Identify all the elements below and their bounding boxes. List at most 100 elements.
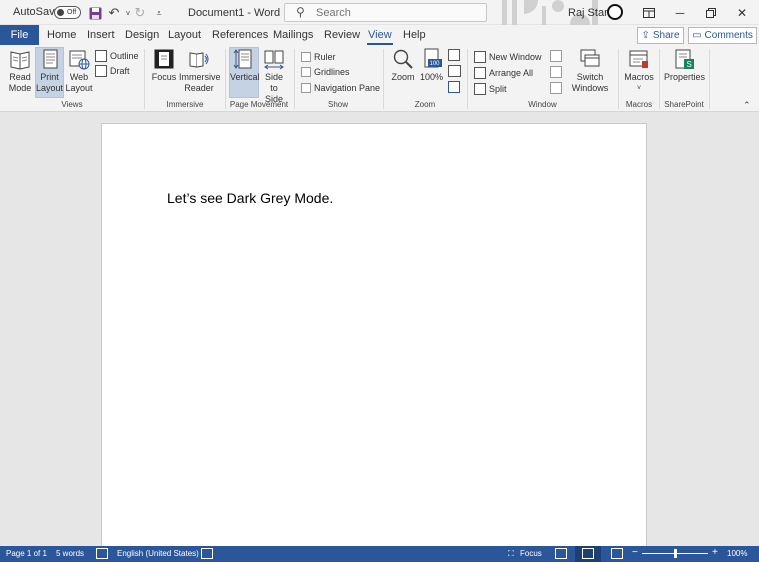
- tab-file[interactable]: File: [0, 25, 39, 45]
- vertical-button[interactable]: Vertical: [229, 47, 260, 98]
- web-layout-button[interactable]: Web Layout: [65, 48, 93, 97]
- print-layout-button[interactable]: Print Layout: [35, 47, 64, 98]
- tab-references[interactable]: References: [212, 29, 268, 41]
- document-body-text[interactable]: Let’s see Dark Grey Mode.: [167, 190, 333, 206]
- outline-button[interactable]: Outline: [95, 49, 139, 63]
- web-layout-view-icon[interactable]: [611, 548, 623, 559]
- split-icon: [474, 83, 486, 95]
- language[interactable]: English (United States): [117, 549, 199, 558]
- switch-windows-button[interactable]: Switch Windows: [568, 48, 612, 97]
- macros-button[interactable]: Macros ˅: [622, 48, 656, 97]
- new-window-button[interactable]: New Window: [474, 50, 542, 64]
- page-width-icon[interactable]: [448, 81, 460, 93]
- print-layout-view-button[interactable]: [575, 546, 601, 562]
- gridlines-checkbox[interactable]: Gridlines: [301, 65, 350, 79]
- zoom-level[interactable]: 100%: [727, 549, 747, 558]
- focus-mode-icon[interactable]: ⛶: [508, 549, 514, 559]
- tab-insert[interactable]: Insert: [87, 29, 115, 41]
- save-icon[interactable]: [87, 5, 103, 21]
- read-mode-view-icon[interactable]: [555, 548, 567, 559]
- word-count[interactable]: 5 words: [56, 549, 84, 558]
- web-layout-label-1: Web: [69, 72, 89, 82]
- search-box[interactable]: ⚲: [284, 3, 487, 22]
- macros-label: Macros: [624, 72, 654, 82]
- autosave-toggle[interactable]: Off: [54, 6, 81, 19]
- side-to-side-button[interactable]: Side to Side: [260, 48, 288, 104]
- page-count[interactable]: Page 1 of 1: [6, 549, 47, 558]
- tab-home[interactable]: Home: [47, 29, 76, 41]
- tab-design[interactable]: Design: [125, 29, 159, 41]
- status-bar: Page 1 of 1 5 words English (United Stat…: [0, 546, 759, 562]
- view-side-by-side-icon[interactable]: [550, 50, 562, 62]
- arrange-all-label: Arrange All: [489, 68, 534, 78]
- zoom-100-button[interactable]: 100 100%: [419, 48, 444, 97]
- reset-window-position-icon[interactable]: [550, 82, 562, 94]
- sharepoint-group-label: SharePoint: [664, 100, 704, 109]
- navigation-pane-check-icon[interactable]: [301, 83, 311, 93]
- properties-button[interactable]: S Properties: [664, 48, 705, 97]
- group-separator: [144, 49, 145, 109]
- side-to-side-icon: [263, 48, 285, 70]
- comments-button[interactable]: ▭ Comments: [688, 27, 757, 44]
- print-layout-label-2: Layout: [36, 83, 64, 93]
- accessibility-icon[interactable]: [201, 548, 213, 559]
- tab-layout[interactable]: Layout: [168, 29, 201, 41]
- read-mode-button[interactable]: Read Mode: [6, 48, 34, 97]
- switch-windows-icon: [579, 48, 601, 70]
- synchronous-scrolling-icon[interactable]: [550, 66, 562, 78]
- navigation-pane-checkbox[interactable]: Navigation Pane: [301, 81, 380, 95]
- tab-review[interactable]: Review: [324, 29, 360, 41]
- web-layout-label-2: Layout: [65, 83, 93, 93]
- arrange-all-button[interactable]: Arrange All: [474, 66, 533, 80]
- ruler-check-icon[interactable]: [301, 52, 311, 62]
- read-mode-icon: [9, 48, 31, 70]
- immersive-reader-icon: [188, 48, 210, 70]
- focus-icon: [153, 48, 175, 70]
- split-label: Split: [489, 84, 507, 94]
- zoom-in-icon[interactable]: +: [712, 547, 718, 558]
- tab-help[interactable]: Help: [403, 29, 426, 41]
- zoom-100-label: 100%: [419, 72, 444, 82]
- tab-view[interactable]: View: [367, 29, 393, 45]
- macros-dropdown-icon[interactable]: ˅: [622, 83, 656, 94]
- close-icon[interactable]: ✕: [733, 4, 751, 21]
- outline-label: Outline: [110, 51, 139, 61]
- redo-icon[interactable]: ↻: [132, 5, 148, 21]
- multiple-pages-icon[interactable]: [448, 65, 461, 77]
- properties-icon: S: [673, 48, 695, 70]
- draft-button[interactable]: Draft: [95, 64, 130, 78]
- immersive-reader-button[interactable]: Immersive Reader: [179, 48, 221, 97]
- proofing-icon[interactable]: [96, 548, 108, 559]
- views-group-label: Views: [61, 100, 83, 109]
- group-separator: [383, 49, 384, 109]
- ruler-checkbox[interactable]: Ruler: [301, 50, 336, 64]
- read-mode-label-1: Read: [9, 72, 31, 82]
- vertical-icon: [233, 48, 255, 70]
- focus-mode-label[interactable]: Focus: [520, 549, 542, 558]
- document-title: Document1 - Word: [188, 7, 281, 19]
- new-window-icon: [474, 51, 486, 63]
- tab-mailings[interactable]: Mailings: [273, 29, 313, 41]
- switch-windows-label-1: Switch: [576, 72, 604, 82]
- minimize-icon[interactable]: ─: [671, 4, 689, 21]
- comments-label: Comments: [704, 30, 753, 41]
- share-button[interactable]: ⇪ Share: [637, 27, 684, 44]
- document-page[interactable]: Let’s see Dark Grey Mode.: [101, 123, 647, 546]
- avatar[interactable]: [607, 4, 623, 20]
- search-input[interactable]: [316, 6, 476, 20]
- zoom-100-icon: 100: [421, 48, 443, 70]
- focus-button[interactable]: Focus: [150, 48, 178, 97]
- gridlines-check-icon[interactable]: [301, 67, 311, 77]
- ribbon-display-options-icon[interactable]: [640, 4, 658, 21]
- zoom-out-icon[interactable]: −: [632, 547, 638, 558]
- customize-qat-icon[interactable]: ⩡: [151, 5, 167, 21]
- collapse-ribbon-icon[interactable]: ⌃: [743, 100, 751, 111]
- split-button[interactable]: Split: [474, 82, 507, 96]
- restore-icon[interactable]: [702, 4, 720, 21]
- search-icon: ⚲: [296, 5, 305, 19]
- zoom-button[interactable]: Zoom: [389, 48, 417, 97]
- document-canvas[interactable]: Let’s see Dark Grey Mode.: [0, 112, 759, 546]
- focus-label: Focus: [151, 72, 177, 82]
- zoom-slider-thumb[interactable]: [674, 549, 677, 558]
- one-page-icon[interactable]: [448, 49, 460, 61]
